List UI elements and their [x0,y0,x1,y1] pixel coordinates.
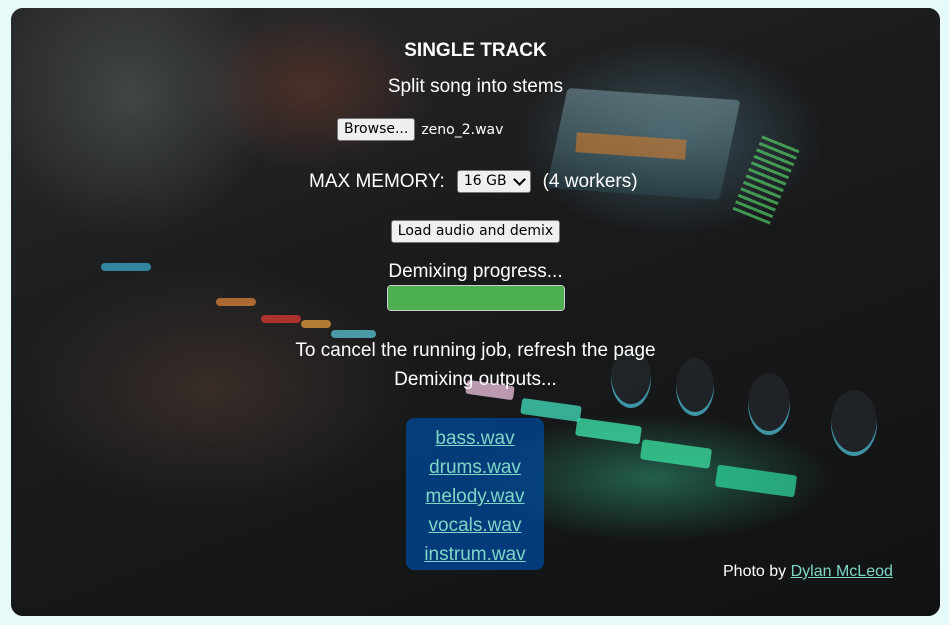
output-file-link[interactable]: drums.wav [429,453,521,482]
workers-count: (4 workers) [542,170,638,192]
memory-select[interactable]: 16 GB [456,170,531,193]
outputs-list: bass.wav drums.wav melody.wav vocals.wav ins… [406,418,544,570]
progress-bar-fill [388,286,564,310]
photo-credit-prefix: Photo by [723,563,787,580]
memory-label: MAX MEMORY: [309,170,445,192]
cancel-notice: To cancel the running job, refresh the p… [295,340,656,361]
page-title: SINGLE TRACK [404,40,547,61]
photo-credit: Photo by Dylan McLeod [723,563,893,581]
outputs-label: Demixing outputs... [394,369,557,390]
memory-row: MAX MEMORY: 16 GB (4 workers) [309,170,638,193]
load-and-demix-button[interactable]: Load audio and demix [390,220,561,243]
chevron-down-icon [512,173,526,186]
browse-button[interactable]: Browse... [337,118,416,141]
output-file-link[interactable]: vocals.wav [429,511,522,540]
card-content: SINGLE TRACK Split song into stems Brows… [11,8,940,616]
load-row: Load audio and demix [11,220,940,243]
single-track-card: SINGLE TRACK Split song into stems Brows… [11,8,940,616]
memory-select-value: 16 GB [463,173,507,189]
output-file-link[interactable]: instrum.wav [424,540,525,569]
progress-label: Demixing progress... [388,261,563,282]
photo-credit-author-link[interactable]: Dylan McLeod [791,563,893,580]
selected-filename: zeno_2.wav [421,121,504,138]
page-subtitle: Split song into stems [387,76,564,97]
output-file-link[interactable]: bass.wav [435,424,514,453]
output-file-link[interactable]: melody.wav [426,482,525,511]
file-input: Browse... zeno_2.wav [337,118,503,141]
progress-bar [387,285,565,311]
